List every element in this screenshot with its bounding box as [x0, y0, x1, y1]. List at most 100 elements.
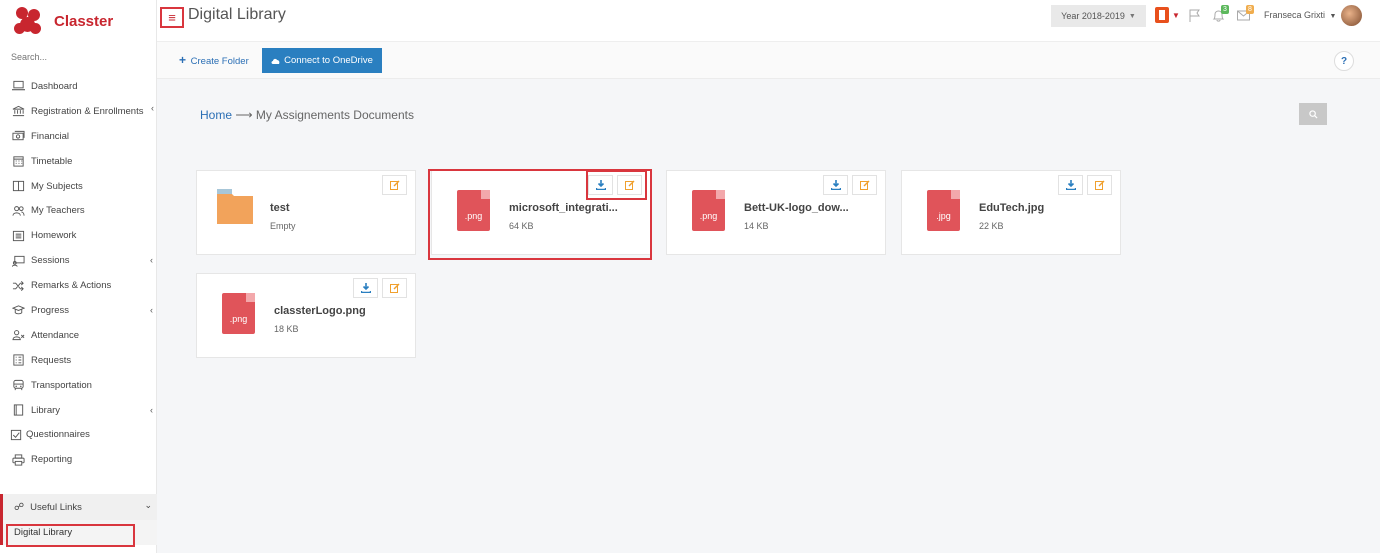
help-button[interactable]: ?	[1334, 51, 1354, 71]
file-name[interactable]: Bett-UK-logo_dow...	[744, 202, 849, 214]
sidebar-item-transportation[interactable]: Transportation	[0, 373, 157, 398]
sidebar-item-label: Registration & Enrollments	[31, 105, 144, 117]
download-button[interactable]	[353, 278, 378, 298]
hamburger-menu-button[interactable]: ≡	[160, 7, 184, 28]
connect-onedrive-button[interactable]: Connect to OneDrive	[262, 48, 382, 73]
folder-icon	[217, 189, 253, 224]
chevron-left-icon: ‹	[150, 305, 153, 316]
sidebar-item-label: My Subjects	[31, 180, 83, 192]
card-actions	[823, 175, 877, 195]
search-icon	[1308, 109, 1318, 119]
breadcrumb-home-link[interactable]: Home	[200, 108, 232, 122]
chevron-down-icon: ⌄	[144, 500, 152, 510]
user-name: Franseca Grixti	[1264, 10, 1326, 20]
sidebar-item-homework[interactable]: Homework	[0, 223, 157, 248]
messages-button[interactable]: 8	[1237, 5, 1254, 24]
sidebar-item-attendance[interactable]: Attendance	[0, 323, 157, 348]
chevron-left-icon: ‹	[150, 404, 153, 415]
file-card[interactable]: .png Bett-UK-logo_dow... 14 KB	[666, 170, 886, 255]
bus-icon	[11, 379, 25, 391]
breadcrumb-separator: ⟶	[235, 108, 253, 122]
sidebar-item-reporting[interactable]: Reporting	[0, 447, 157, 472]
sidebar-item-registration[interactable]: Registration & Enrollments ‹	[0, 99, 157, 124]
sidebar-item-my-teachers[interactable]: My Teachers	[0, 198, 157, 223]
edit-icon	[1094, 180, 1104, 190]
sidebar-item-financial[interactable]: Financial	[0, 124, 157, 149]
download-button[interactable]	[823, 175, 848, 195]
edit-icon	[859, 180, 869, 190]
chevron-left-icon: ‹	[151, 102, 154, 113]
sidebar-item-label: Sessions	[31, 255, 70, 267]
file-size: 14 KB	[744, 221, 769, 231]
download-button[interactable]	[1058, 175, 1083, 195]
edit-button[interactable]	[382, 175, 407, 195]
file-name[interactable]: test	[270, 202, 290, 214]
file-size: Empty	[270, 221, 296, 231]
sidebar-item-label: My Teachers	[31, 205, 85, 217]
sidebar-item-timetable[interactable]: Timetable	[0, 149, 157, 174]
list-icon	[11, 230, 25, 242]
sidebar-item-requests[interactable]: Requests	[0, 348, 157, 373]
sidebar-item-questionnaires[interactable]: Questionnaires	[0, 422, 157, 447]
sidebar-item-useful-links[interactable]: ☍ Useful Links ⌄	[0, 494, 157, 520]
file-ext: .png	[229, 314, 248, 324]
checkbox-icon	[9, 429, 23, 441]
sidebar-item-label: Remarks & Actions	[31, 280, 112, 292]
file-ext: .jpg	[936, 211, 951, 221]
file-name[interactable]: classterLogo.png	[274, 305, 366, 317]
plus-icon: +	[179, 53, 187, 67]
sidebar-item-sessions[interactable]: Sessions ‹	[0, 248, 157, 273]
highlight-box	[586, 170, 647, 200]
menu-icon: ≡	[168, 10, 176, 25]
sidebar-search-input[interactable]	[11, 52, 151, 62]
file-name[interactable]: EduTech.jpg	[979, 202, 1044, 214]
sidebar-item-label: Transportation	[31, 379, 92, 391]
graduation-icon	[11, 304, 25, 316]
user-menu[interactable]: Franseca Grixti ▼	[1264, 10, 1336, 20]
office-icon	[1155, 7, 1169, 23]
sidebar-item-dashboard[interactable]: Dashboard	[0, 74, 157, 99]
sidebar-item-library[interactable]: Library ‹	[0, 398, 157, 423]
file-ext: .png	[699, 211, 718, 221]
search-button[interactable]	[1299, 103, 1327, 125]
folder-card[interactable]: test Empty	[196, 170, 416, 255]
sidebar-item-remarks-actions[interactable]: Remarks & Actions	[0, 273, 157, 298]
sidebar-item-label: Homework	[31, 230, 77, 242]
laptop-icon	[11, 80, 25, 92]
edit-button[interactable]	[382, 278, 407, 298]
messages-badge: 8	[1246, 5, 1254, 14]
sidebar-item-my-subjects[interactable]: My Subjects	[0, 174, 157, 199]
logo[interactable]: Classter	[14, 6, 113, 36]
file-card[interactable]: .jpg EduTech.jpg 22 KB	[901, 170, 1121, 255]
edit-button[interactable]	[852, 175, 877, 195]
sidebar-item-label: Timetable	[31, 155, 73, 167]
sidebar-item-progress[interactable]: Progress ‹	[0, 298, 157, 323]
top-header: ≡ Digital Library Year 2018-2019 ▼ ▼ 3 8…	[157, 0, 1380, 42]
breadcrumb: Home ⟶ My Assignements Documents	[200, 108, 414, 122]
shuffle-icon	[11, 280, 25, 292]
sidebar-item-label: Useful Links	[30, 501, 82, 513]
year-selector[interactable]: Year 2018-2019 ▼	[1051, 5, 1146, 27]
create-folder-button[interactable]: + Create Folder	[179, 53, 249, 67]
download-icon	[830, 180, 841, 190]
caret-down-icon: ▼	[1329, 13, 1337, 20]
download-icon	[1065, 180, 1076, 190]
printer-icon	[11, 454, 25, 466]
file-card[interactable]: .png classterLogo.png 18 KB	[196, 273, 416, 358]
book-icon	[11, 404, 25, 416]
chevron-left-icon: ‹	[150, 255, 153, 266]
caret-down-icon: ▼	[1128, 12, 1136, 20]
avatar[interactable]	[1341, 5, 1362, 26]
breadcrumb-current: My Assignements Documents	[255, 108, 414, 122]
file-size: 22 KB	[979, 221, 1004, 231]
edit-button[interactable]	[1087, 175, 1112, 195]
board-icon	[11, 255, 25, 267]
caret-down-icon: ▼	[1172, 10, 1180, 20]
flag-button[interactable]	[1189, 6, 1201, 24]
calendar-icon	[11, 155, 25, 167]
sidebar-item-label: Dashboard	[31, 80, 78, 92]
notifications-button[interactable]: 3	[1212, 5, 1229, 24]
sidebar-item-label: Questionnaires	[26, 429, 90, 441]
office-menu[interactable]: ▼	[1155, 6, 1180, 24]
app-name: Classter	[54, 12, 114, 30]
